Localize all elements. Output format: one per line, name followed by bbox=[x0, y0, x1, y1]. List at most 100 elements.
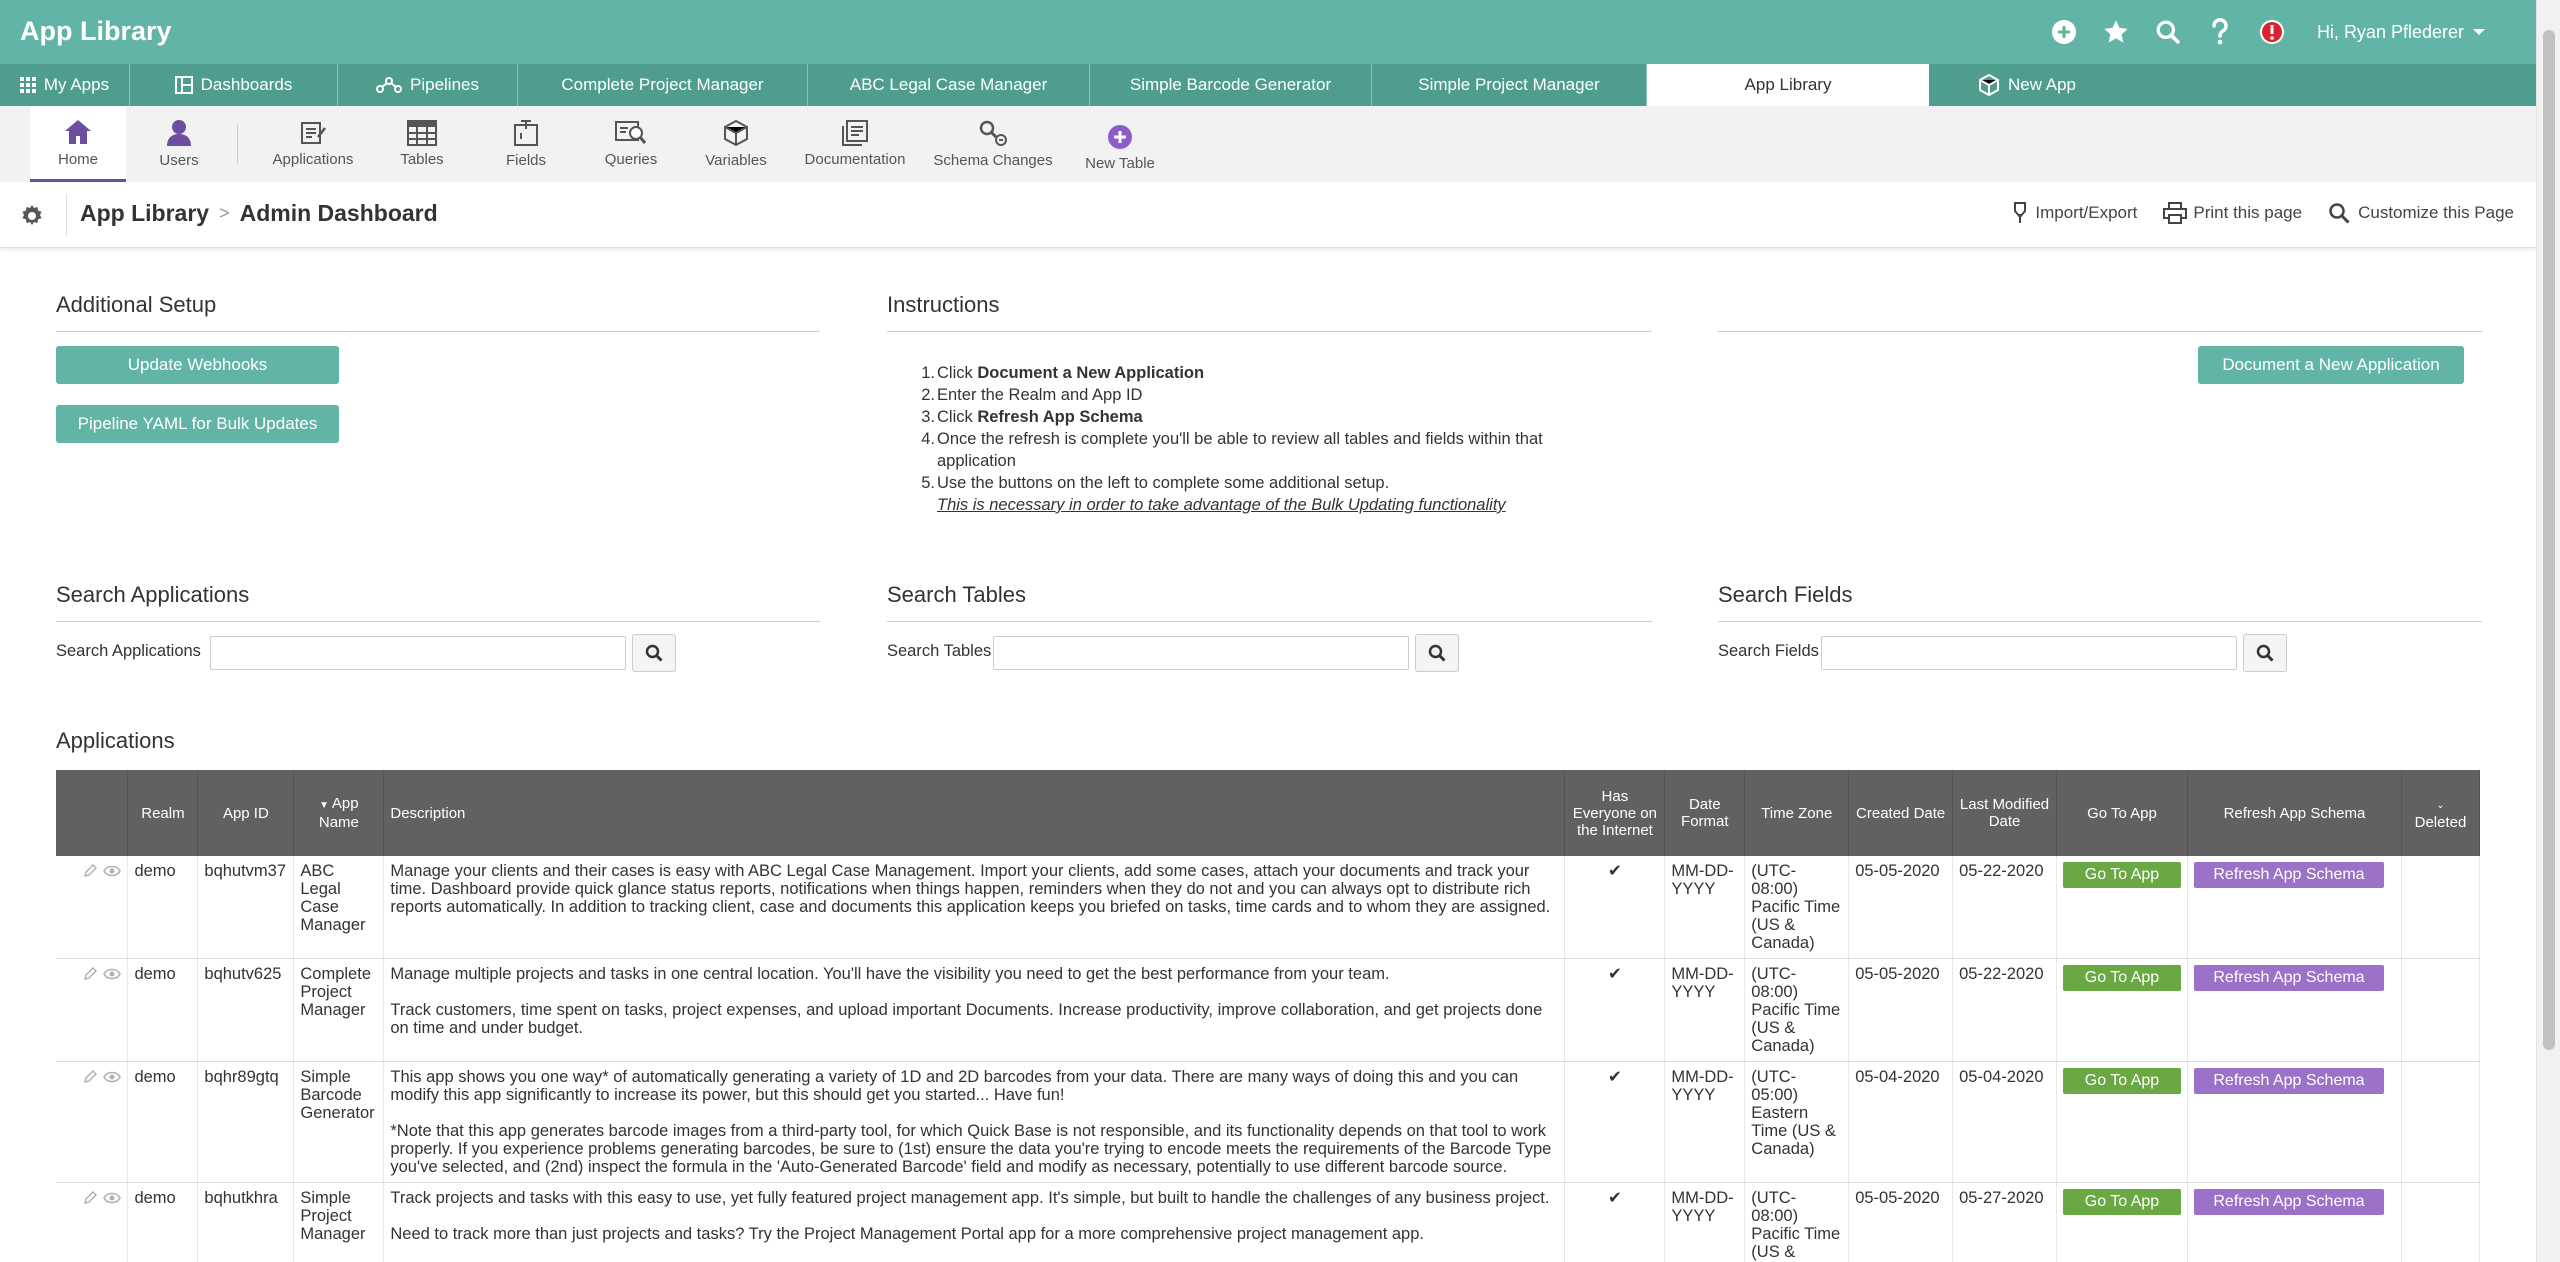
instructions-list: 1. Click Document a New Application 2. Ent… bbox=[921, 362, 1577, 516]
cell-created-date: 05-05-2020 bbox=[1848, 1182, 1954, 1262]
cell-realm: demo bbox=[127, 1061, 199, 1183]
go-to-app-button[interactable]: Go To App bbox=[2062, 862, 2181, 888]
cell-deleted bbox=[2401, 1182, 2481, 1262]
page-title: Admin Dashboard bbox=[239, 200, 438, 226]
update-webhooks-button[interactable]: Update Webhooks bbox=[56, 346, 339, 384]
tab-dashboards[interactable]: Dashboards bbox=[130, 64, 338, 106]
search-applications-title: Search Applications bbox=[56, 582, 250, 607]
column-header[interactable]: Time Zone bbox=[1744, 770, 1850, 856]
column-header[interactable]: Date Format bbox=[1664, 770, 1746, 856]
search-icon[interactable] bbox=[2153, 17, 2183, 47]
tab-label: New App bbox=[2007, 75, 2077, 94]
tab-app-library[interactable]: App Library bbox=[1647, 64, 1929, 106]
column-header[interactable]: Go To App bbox=[2056, 770, 2188, 856]
toolbar-new-table[interactable]: New Table bbox=[1072, 110, 1168, 186]
cell-realm: demo bbox=[127, 1182, 199, 1262]
column-header[interactable]: Has Everyone on the Internet bbox=[1564, 770, 1666, 856]
alert-icon[interactable] bbox=[2257, 17, 2287, 47]
edit-pencil-icon[interactable] bbox=[83, 1070, 98, 1084]
toolbar-tables[interactable]: Tables bbox=[380, 106, 464, 182]
user-menu[interactable]: Hi, Ryan Pflederer bbox=[2317, 22, 2486, 43]
add-circle-icon bbox=[1108, 125, 1132, 149]
pipeline-yaml-button[interactable]: Pipeline YAML for Bulk Updates bbox=[56, 405, 339, 443]
go-to-app-button[interactable]: Go To App bbox=[2062, 1189, 2181, 1215]
cell-modified-date: 05-22-2020 bbox=[1952, 856, 2057, 959]
search-fields-input[interactable] bbox=[1821, 636, 2237, 670]
toolbar-applications[interactable]: Applications bbox=[258, 106, 368, 182]
breadcrumb-root[interactable]: App Library bbox=[80, 200, 209, 227]
tab-simple-project-manager[interactable]: Simple Project Manager bbox=[1372, 64, 1647, 106]
view-eye-icon[interactable] bbox=[103, 967, 122, 981]
cell-deleted bbox=[2401, 1061, 2481, 1183]
view-eye-icon[interactable] bbox=[103, 1070, 122, 1084]
toolbar-documentation[interactable]: Documentation bbox=[796, 106, 914, 182]
cell-created-date: 05-05-2020 bbox=[1848, 856, 1954, 959]
column-header[interactable]: Last Modified Date bbox=[1952, 770, 2057, 856]
toolbar-users[interactable]: Users bbox=[136, 106, 222, 182]
app-title[interactable]: App Library bbox=[20, 16, 172, 47]
toolbar-label: Applications bbox=[272, 151, 354, 168]
search-applications-input[interactable] bbox=[210, 636, 626, 670]
cell-go-to-app: Go To App bbox=[2056, 1061, 2188, 1183]
document-new-application-button[interactable]: Document a New Application bbox=[2198, 346, 2464, 384]
toolbar-queries[interactable]: Queries bbox=[588, 106, 674, 182]
vertical-scrollbar[interactable] bbox=[2536, 0, 2560, 1262]
tab-complete-project-manager[interactable]: Complete Project Manager bbox=[518, 64, 808, 106]
help-icon[interactable] bbox=[2205, 17, 2235, 47]
search-tables-button[interactable] bbox=[1415, 634, 1459, 672]
search-applications-button[interactable] bbox=[632, 634, 676, 672]
column-header[interactable]: Realm bbox=[127, 770, 199, 856]
go-to-app-button[interactable]: Go To App bbox=[2062, 1068, 2181, 1094]
star-icon[interactable] bbox=[2101, 17, 2131, 47]
edit-pencil-icon[interactable] bbox=[83, 864, 98, 878]
divider bbox=[56, 331, 820, 332]
add-circle-icon[interactable] bbox=[2049, 17, 2079, 47]
column-header[interactable]: App ID bbox=[197, 770, 295, 856]
refresh-app-schema-button[interactable]: Refresh App Schema bbox=[2193, 1189, 2384, 1215]
tab-label: ABC Legal Case Manager bbox=[849, 75, 1048, 94]
row-actions bbox=[56, 958, 129, 1062]
column-header-app-name[interactable]: ▼ App Name bbox=[293, 770, 385, 856]
refresh-app-schema-button[interactable]: Refresh App Schema bbox=[2193, 965, 2384, 991]
scroll-thumb[interactable] bbox=[2543, 30, 2555, 1050]
customize-link[interactable]: Customize this Page bbox=[2328, 202, 2514, 224]
toolbar-schema-changes[interactable]: Schema Changes bbox=[928, 106, 1058, 182]
refresh-app-schema-button[interactable]: Refresh App Schema bbox=[2193, 862, 2384, 888]
cell-description: This app shows you one way* of automatic… bbox=[383, 1061, 1566, 1183]
tab-my-apps[interactable]: My Apps bbox=[0, 64, 130, 106]
view-eye-icon[interactable] bbox=[103, 1191, 122, 1205]
cube-icon bbox=[724, 119, 748, 147]
column-header[interactable]: Description bbox=[383, 770, 1566, 856]
top-bar: App Library Hi, Ryan Pflederer bbox=[0, 0, 2536, 64]
view-eye-icon[interactable] bbox=[103, 864, 122, 878]
toolbar-variables[interactable]: Variables bbox=[692, 106, 780, 182]
checkmark-icon: ✔ bbox=[1607, 1068, 1622, 1086]
tab-abc-legal-case-manager[interactable]: ABC Legal Case Manager bbox=[808, 64, 1090, 106]
column-header-deleted[interactable]: ⌄ Deleted bbox=[2401, 770, 2481, 856]
tab-simple-barcode-generator[interactable]: Simple Barcode Generator bbox=[1090, 64, 1372, 106]
toolbar-home[interactable]: Home bbox=[30, 106, 126, 182]
go-to-app-button[interactable]: Go To App bbox=[2062, 965, 2181, 991]
edit-pencil-icon[interactable] bbox=[83, 967, 98, 981]
cell-app-name: Simple Barcode Generator bbox=[293, 1061, 385, 1183]
refresh-app-schema-button[interactable]: Refresh App Schema bbox=[2193, 1068, 2384, 1094]
search-tables-input[interactable] bbox=[993, 636, 1409, 670]
column-header[interactable]: Refresh App Schema bbox=[2187, 770, 2402, 856]
toolbar-label: Tables bbox=[400, 151, 444, 168]
toolbar-label: Queries bbox=[604, 151, 658, 168]
toolbar-fields[interactable]: Fields bbox=[484, 106, 568, 182]
import-export-link[interactable]: Import/Export bbox=[2011, 202, 2137, 224]
tab-new-app[interactable]: New App bbox=[1929, 64, 2125, 106]
print-link[interactable]: Print this page bbox=[2163, 202, 2302, 224]
toolbar-separator bbox=[237, 124, 238, 164]
edit-pencil-icon[interactable] bbox=[83, 1191, 98, 1205]
instruction-step: 3. Click Refresh App Schema bbox=[921, 408, 1143, 426]
search-fields-button[interactable] bbox=[2243, 634, 2287, 672]
column-header[interactable]: Created Date bbox=[1848, 770, 1954, 856]
divider bbox=[1718, 621, 2482, 622]
instruction-note: This is necessary in order to take advan… bbox=[937, 496, 1506, 514]
link-label: Import/Export bbox=[2035, 203, 2138, 222]
gear-icon[interactable] bbox=[20, 204, 44, 233]
tab-pipelines[interactable]: Pipelines bbox=[338, 64, 518, 106]
search-fields-label: Search Fields bbox=[1718, 642, 1819, 660]
